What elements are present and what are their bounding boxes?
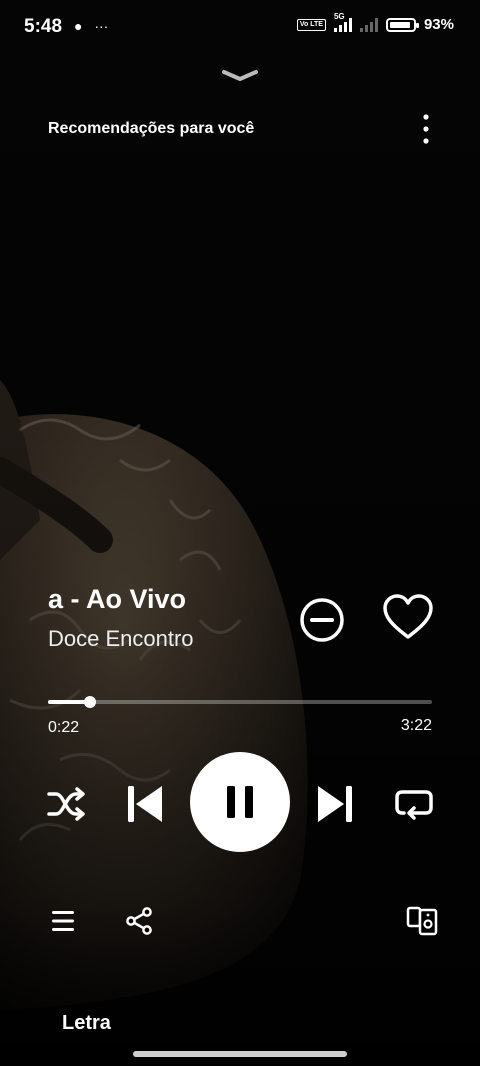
lyrics-label[interactable]: Letra [62, 1012, 111, 1035]
chat-bubble-icon: ● [74, 18, 83, 34]
next-icon[interactable] [316, 784, 354, 824]
network-type-label: 5G [333, 11, 345, 21]
pause-icon [227, 786, 253, 818]
progress-knob[interactable] [83, 696, 96, 708]
status-bar: 5:48 ● ··· Vo LTE 5G 93% [0, 0, 480, 56]
queue-icon[interactable] [50, 908, 76, 934]
track-title: a - Ao Vivo [48, 584, 187, 614]
volte-badge: Vo LTE [296, 18, 326, 31]
more-dots-icon: ··· [94, 18, 109, 34]
previous-icon[interactable] [126, 784, 164, 824]
notification-icons: ● ··· [74, 18, 108, 34]
track-artist[interactable]: Doce Encontro [48, 626, 194, 652]
signal-5g: 5G [333, 12, 352, 32]
progress-bar[interactable] [48, 696, 432, 708]
signal-bars-secondary-icon [359, 17, 378, 32]
context-title: Recomendações para você [48, 120, 255, 137]
more-vertical-icon[interactable] [416, 112, 436, 146]
hide-song-icon[interactable] [298, 596, 346, 644]
pause-button[interactable] [190, 752, 290, 852]
connect-device-icon[interactable] [406, 906, 438, 936]
repeat-icon[interactable] [394, 786, 434, 822]
share-icon[interactable] [125, 907, 153, 935]
home-indicator[interactable] [133, 1051, 347, 1057]
status-time: 5:48 [24, 16, 63, 37]
shuffle-icon[interactable] [46, 786, 86, 822]
elapsed-time: 0:22 [48, 719, 80, 736]
total-time: 3:22 [400, 717, 432, 734]
battery-icon [385, 17, 419, 32]
chevron-down-icon[interactable] [220, 66, 260, 84]
status-right: Vo LTE 5G 93% [296, 12, 454, 33]
battery-percent: 93% [423, 16, 454, 33]
heart-icon[interactable] [382, 594, 434, 642]
